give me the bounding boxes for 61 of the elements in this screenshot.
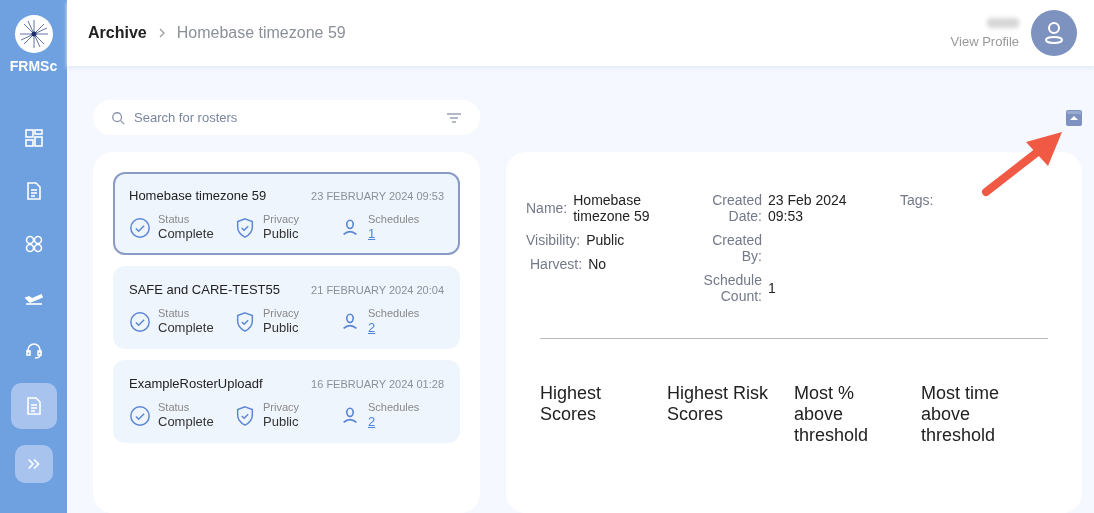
roster-name: Homebase timezone 59	[129, 188, 267, 203]
shield-check-icon	[234, 311, 256, 333]
blurred-name	[987, 17, 1019, 28]
check-circle-icon	[129, 311, 151, 333]
roster-name: SAFE and CARE-TEST55	[129, 282, 280, 297]
status-label: Status	[158, 401, 191, 413]
score-heading: Most time above threshold	[921, 383, 1000, 446]
archive-icon[interactable]	[1066, 110, 1082, 126]
roster-date: 16 FEBRUARY 2024 01:28	[311, 378, 444, 390]
roster-card[interactable]: SAFE and CARE-TEST55 21 FEBRUARY 2024 20:04 Status Complete Privacy Public Schedules 2	[113, 266, 460, 349]
shield-check-icon	[234, 217, 256, 239]
roster-date: 23 FEBRUARY 2024 09:53	[311, 190, 444, 202]
roster-name: ExampleRosterUploadf	[129, 376, 263, 391]
privacy-value: Public	[263, 320, 300, 335]
field-label: Name:	[526, 200, 568, 216]
logo-icon	[13, 14, 54, 54]
status-value: Complete	[158, 320, 214, 335]
status-value: Complete	[158, 226, 214, 241]
schedules-label: Schedules	[368, 401, 420, 413]
privacy-value: Public	[263, 414, 300, 429]
headset-icon	[23, 340, 44, 360]
check-circle-icon	[129, 217, 151, 239]
field-value: 23 Feb 2024 09:53	[768, 192, 848, 224]
field-label: Tags:	[900, 192, 934, 208]
field-label: Created Date:	[711, 192, 762, 224]
field-label: Created By:	[711, 232, 762, 264]
nav-button[interactable]	[10, 383, 57, 429]
search-icon	[111, 111, 125, 125]
score-heading: Highest Scores	[540, 383, 603, 426]
status-label: Status	[158, 307, 191, 319]
score-heading: Highest Risk Scores	[667, 383, 770, 426]
schedules-label: Schedules	[368, 213, 420, 225]
breadcrumb-link[interactable]: Archive	[88, 24, 147, 42]
field-label: Harvest:	[529, 256, 583, 272]
field-value: Homebase timezone 59	[573, 192, 651, 224]
avatar-icon[interactable]	[1031, 10, 1077, 56]
apps-icon	[23, 234, 44, 254]
privacy-label: Privacy	[263, 307, 300, 319]
field-label: Schedule Count:	[702, 272, 762, 304]
check-circle-icon	[129, 405, 151, 427]
score-heading: Most % above threshold	[794, 383, 870, 446]
field-value: 1	[768, 280, 776, 296]
filter-icon[interactable]	[446, 112, 462, 124]
field-value: No	[588, 256, 607, 272]
roster-date: 21 FEBRUARY 2024 20:04	[311, 284, 444, 296]
status-value: Complete	[158, 414, 214, 429]
field-value: Public	[586, 232, 625, 248]
field-label: Visibility:	[526, 232, 581, 248]
breadcrumb-current: Homebase timezone 59	[176, 24, 346, 42]
schedules-label: Schedules	[368, 307, 420, 319]
privacy-label: Privacy	[263, 213, 300, 225]
search-field[interactable]: Search for rosters	[93, 100, 480, 135]
expand-button[interactable]	[14, 445, 53, 483]
privacy-label: Privacy	[263, 401, 300, 413]
shield-check-icon	[234, 405, 256, 427]
privacy-value: Public	[263, 226, 300, 241]
brand-name: FRMSc	[9, 58, 58, 74]
roster-card[interactable]: ExampleRosterUploadf 16 FEBRUARY 2024 01:28 Status Complete Privacy Public Schedules 2	[113, 360, 460, 443]
roster-card[interactable]: Homebase timezone 59 23 FEBRUARY 2024 09:53 Status Complete Privacy Public Schedules 1	[113, 172, 460, 255]
status-label: Status	[158, 213, 191, 225]
dashboard-icon	[23, 128, 44, 148]
